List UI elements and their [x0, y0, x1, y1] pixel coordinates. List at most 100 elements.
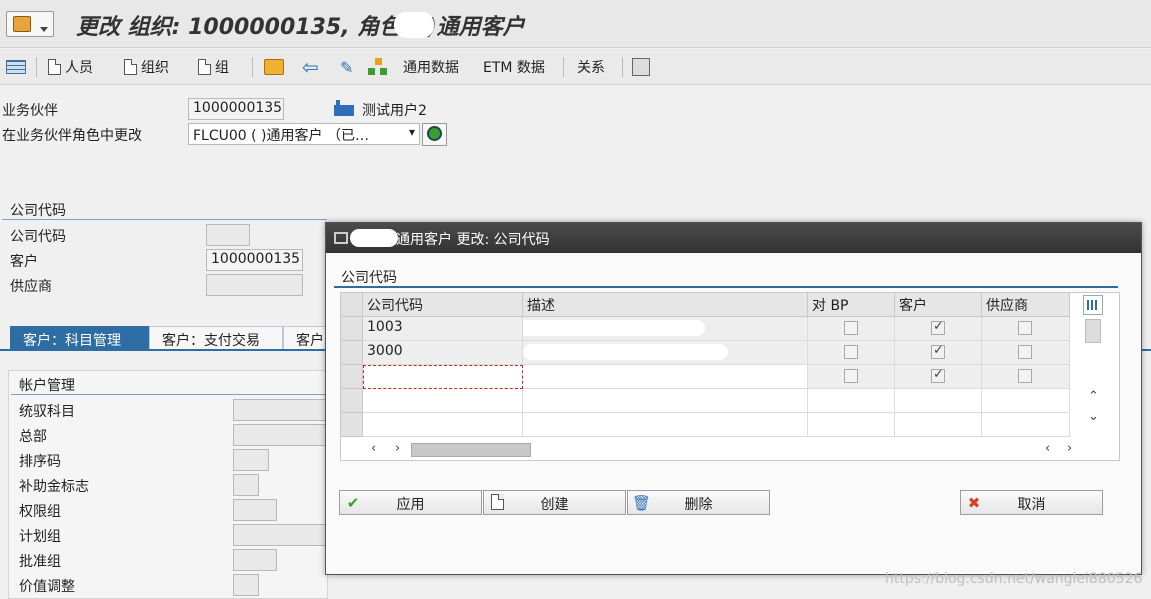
scroll-up-icon[interactable]: ⌃ — [1088, 389, 1099, 404]
table-row-empty — [895, 389, 982, 413]
company-code-field[interactable] — [206, 224, 250, 246]
chevron-down-icon: ▾ — [408, 125, 415, 139]
table-row-bp — [808, 365, 895, 389]
scroll-down-icon[interactable]: ⌄ — [1088, 409, 1099, 424]
horizontal-scroll-thumb[interactable] — [411, 443, 531, 457]
table-row-bp — [808, 341, 895, 365]
table-row-vendor — [982, 317, 1070, 341]
planning-group-field[interactable] — [233, 524, 329, 546]
row-selector[interactable] — [341, 341, 363, 365]
row-selector[interactable] — [341, 389, 363, 413]
bp-checkbox[interactable] — [844, 369, 858, 383]
customer-checkbox[interactable] — [931, 319, 945, 335]
layout-button[interactable] — [6, 55, 26, 79]
organization-button[interactable]: 组织 — [124, 55, 169, 79]
scroll-left-icon[interactable]: ‹ — [371, 441, 376, 456]
customer-checkbox[interactable] — [931, 367, 945, 383]
role-switch-button[interactable] — [422, 123, 447, 146]
value-adjustment-field[interactable] — [233, 574, 259, 596]
table-row-customer — [895, 365, 982, 389]
table-row-vendor — [982, 341, 1070, 365]
column-settings-button[interactable] — [1083, 295, 1103, 315]
role-label: 在业务伙伴角色中更改 — [2, 128, 142, 144]
vertical-scroll-thumb[interactable] — [1085, 319, 1101, 343]
document-icon — [198, 59, 211, 75]
column-header-description[interactable]: 描述 — [523, 293, 808, 317]
scroll-right-icon[interactable]: › — [1067, 441, 1072, 456]
bp-label: 业务伙伴 — [2, 103, 58, 119]
table-row-empty[interactable] — [363, 413, 523, 437]
head-office-field[interactable] — [233, 424, 329, 446]
bp-name: 测试用户2 — [362, 103, 427, 119]
table-row-company-code[interactable]: 3000 — [363, 341, 523, 365]
system-menu-button[interactable] — [6, 11, 54, 37]
table-row-empty — [808, 413, 895, 437]
table-row-company-code[interactable]: 1003 — [363, 317, 523, 341]
delete-button[interactable]: 🗑 删除 — [627, 490, 770, 515]
create-button[interactable]: 创建 — [483, 490, 626, 515]
tab-customer-more[interactable]: 客户 — [283, 326, 329, 350]
application-toolbar: 人员 组织 组 ⇦ ✎ 通用数据 ETM 数据 关系 — [0, 49, 1151, 85]
customer-checkbox[interactable] — [931, 343, 945, 359]
customer-field[interactable]: 1000000135 — [206, 249, 303, 271]
recon-account-label: 统驭科目 — [19, 404, 75, 420]
sort-key-field[interactable] — [233, 449, 269, 471]
dialog-title: 通用客户 更改: 公司代码 — [396, 232, 550, 248]
user-settings-button[interactable] — [632, 55, 650, 79]
person-button[interactable]: 人员 — [48, 55, 93, 79]
back-button[interactable]: ⇦ — [302, 55, 319, 79]
authorization-group-field[interactable] — [233, 499, 277, 521]
group-button[interactable]: 组 — [198, 55, 229, 79]
redaction — [394, 12, 434, 38]
column-header-customer[interactable]: 客户 — [895, 293, 982, 317]
table-row-empty[interactable] — [363, 389, 523, 413]
hierarchy-icon — [368, 58, 388, 76]
table-row-customer — [895, 317, 982, 341]
subsidy-indicator-field[interactable] — [233, 474, 259, 496]
vendor-field[interactable] — [206, 274, 303, 296]
general-data-button[interactable]: 通用数据 — [403, 55, 459, 79]
vendor-checkbox[interactable] — [1018, 321, 1032, 335]
table-row-description[interactable] — [523, 317, 808, 341]
folder-open-icon — [264, 59, 284, 75]
customer-label: 客户 — [10, 254, 38, 270]
hierarchy-button[interactable] — [368, 55, 388, 79]
display-change-button[interactable]: ✎ — [340, 55, 353, 79]
role-dropdown[interactable]: FLCU00 ( )通用客户 （已… ▾ — [188, 123, 420, 145]
row-selector[interactable] — [341, 365, 363, 389]
select-all-cell[interactable] — [341, 293, 363, 317]
row-selector[interactable] — [341, 317, 363, 341]
value-adjustment-label: 价值调整 — [19, 579, 75, 595]
tab-customer-account-mgmt[interactable]: 客户：科目管理 — [10, 326, 149, 350]
column-header-vendor[interactable]: 供应商 — [982, 293, 1070, 317]
bp-number-field[interactable]: 1000000135 — [188, 98, 284, 120]
table-row-description[interactable] — [523, 365, 808, 389]
apply-button[interactable]: ✔ 应用 — [339, 490, 482, 515]
release-group-field[interactable] — [233, 549, 277, 571]
company-code-table: 公司代码 描述 对 BP 客户 供应商 1003 3000 — [340, 292, 1120, 461]
vendor-checkbox[interactable] — [1018, 345, 1032, 359]
tab-customer-payment[interactable]: 客户：支付交易 — [149, 326, 283, 350]
open-button[interactable] — [264, 55, 284, 79]
relations-button[interactable]: 关系 — [577, 55, 605, 79]
cancel-button[interactable]: ✖ 取消 — [960, 490, 1103, 515]
bp-checkbox[interactable] — [844, 345, 858, 359]
scroll-left-icon[interactable]: ‹ — [1045, 441, 1050, 456]
row-selector[interactable] — [341, 413, 363, 437]
recon-account-field[interactable] — [233, 399, 329, 421]
company-code-label: 公司代码 — [10, 229, 66, 245]
company-code-input[interactable] — [363, 365, 523, 389]
bp-checkbox[interactable] — [844, 321, 858, 335]
table-row-empty[interactable] — [523, 389, 808, 413]
search-icon — [427, 126, 442, 141]
table-row-description[interactable] — [523, 341, 808, 365]
vendor-checkbox[interactable] — [1018, 369, 1032, 383]
table-row-empty — [982, 413, 1070, 437]
column-header-company-code[interactable]: 公司代码 — [363, 293, 523, 317]
table-row-empty — [895, 413, 982, 437]
column-header-bp[interactable]: 对 BP — [808, 293, 895, 317]
etm-data-button[interactable]: ETM 数据 — [483, 55, 545, 79]
scroll-right-icon[interactable]: › — [395, 441, 400, 456]
dialog-title-bar: 通用客户 更改: 公司代码 — [326, 223, 1141, 253]
table-row-empty[interactable] — [523, 413, 808, 437]
